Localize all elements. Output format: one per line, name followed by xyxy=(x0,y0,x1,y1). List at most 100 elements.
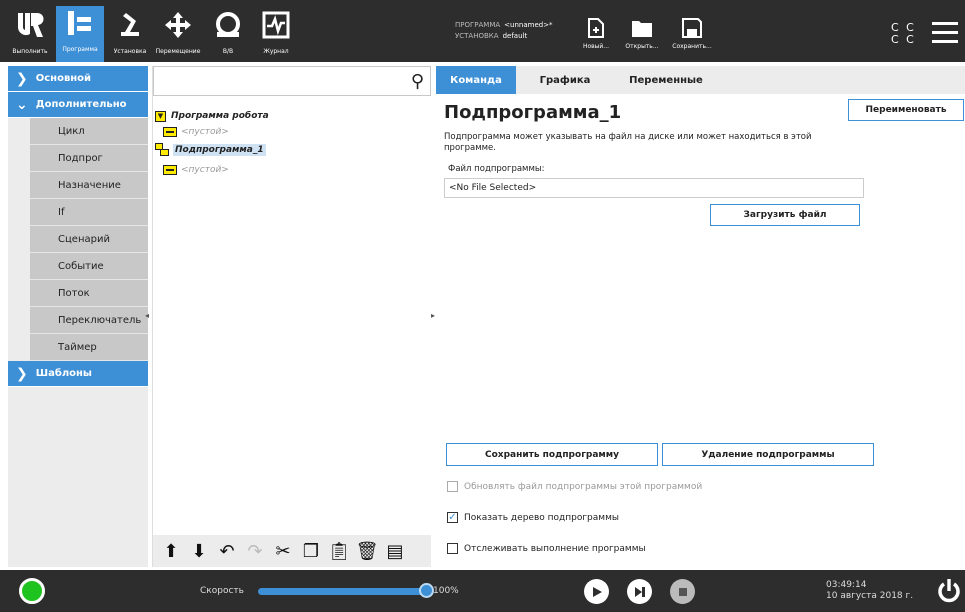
search-icon[interactable]: ⚲ xyxy=(411,71,424,92)
redo-icon[interactable]: ↷ xyxy=(243,539,267,563)
move-tab-label: Перемещение xyxy=(155,48,201,55)
tree-node-empty[interactable]: <пустой> xyxy=(163,162,229,178)
save-icon xyxy=(682,18,702,38)
delete-subprogram-button[interactable]: Удаление подпрограммы xyxy=(662,443,874,466)
log-tab[interactable]: Журнал xyxy=(252,8,300,62)
io-tab-label: В/В xyxy=(222,48,234,55)
empty-node-icon xyxy=(163,127,177,137)
speed-slider-handle[interactable] xyxy=(419,583,434,598)
subprogram-icon xyxy=(155,143,169,157)
new-button[interactable]: Новый... xyxy=(572,18,620,58)
page-title: Подпрограмма_1 xyxy=(444,102,622,123)
io-icon xyxy=(211,8,245,42)
panel-tabs: Команда Графика Переменные xyxy=(436,66,965,94)
sidebar-item-assignment[interactable]: Назначение xyxy=(30,172,148,199)
file-path-field[interactable]: <No File Selected> xyxy=(444,178,864,198)
update-file-checkbox-label: Обновлять файл подпрограммы этой програм… xyxy=(464,481,703,492)
sidebar-item-subprogram[interactable]: Подпрог xyxy=(30,145,148,172)
control-status-line2: C C xyxy=(891,33,916,46)
play-icon xyxy=(592,586,602,597)
program-tab-label: Программа xyxy=(62,46,98,53)
program-icon xyxy=(63,6,97,40)
sidebar-item-timer[interactable]: Таймер xyxy=(30,334,148,361)
sidebar-advanced-label: Дополнительно xyxy=(35,99,127,110)
speed-slider[interactable] xyxy=(258,588,426,595)
stop-button[interactable] xyxy=(670,579,695,604)
collapse-left-handle-icon[interactable]: ◂ xyxy=(145,311,149,320)
tab-command[interactable]: Команда xyxy=(436,66,516,94)
file-label: Файл подпрограммы: xyxy=(448,164,545,174)
sidebar-item-switch[interactable]: Переключатель xyxy=(30,307,148,334)
sidebar-advanced[interactable]: ⌄ Дополнительно xyxy=(8,92,148,118)
save-button[interactable]: Сохранить... xyxy=(668,18,716,58)
move-arrows-icon xyxy=(161,8,195,42)
update-file-checkbox[interactable]: Обновлять файл подпрограммы этой програм… xyxy=(447,481,702,492)
move-down-icon[interactable]: ⬇ xyxy=(187,539,211,563)
tab-graphics[interactable]: Графика xyxy=(520,66,610,94)
hamburger-menu-icon[interactable] xyxy=(932,22,958,44)
open-button[interactable]: Открыть... xyxy=(618,18,666,58)
robot-arm-icon xyxy=(113,8,147,42)
chevron-down-icon: ⌄ xyxy=(16,96,28,113)
sidebar-item-if[interactable]: If xyxy=(30,199,148,226)
tree-search-input[interactable]: ⚲ xyxy=(153,66,431,96)
installation-tab[interactable]: Установка xyxy=(106,8,154,62)
delete-icon[interactable]: 🗑︎ xyxy=(355,539,379,563)
installation-label: УСТАНОВКА xyxy=(455,32,499,40)
play-button[interactable] xyxy=(584,579,609,604)
sidebar-item-loop[interactable]: Цикл xyxy=(30,118,148,145)
tab-variables[interactable]: Переменные xyxy=(616,66,716,94)
new-label: Новый... xyxy=(582,43,610,50)
load-file-button[interactable]: Загрузить файл xyxy=(710,204,860,226)
program-tab[interactable]: Программа xyxy=(56,6,104,62)
move-tab[interactable]: Перемещение xyxy=(154,8,202,62)
tree-node-subprogram[interactable]: Подпрограмма_1 xyxy=(155,142,266,158)
cut-icon[interactable]: ✂ xyxy=(271,539,295,563)
undo-icon[interactable]: ↶ xyxy=(215,539,239,563)
sidebar-basic-label: Основной xyxy=(35,73,92,84)
clock: 03:49:14 10 августа 2018 г. xyxy=(826,580,913,602)
folder-icon xyxy=(632,21,652,37)
tree-node-robot-program[interactable]: ▼ Программа робота xyxy=(155,108,269,124)
speed-value: 100% xyxy=(433,586,459,596)
io-tab[interactable]: В/В xyxy=(204,8,252,62)
save-subprogram-button[interactable]: Сохранить подпрограмму xyxy=(446,443,658,466)
top-bar: Выполнить Программа Установка Перемещени… xyxy=(0,0,965,62)
tree-node-label: Программа робота xyxy=(171,111,269,121)
bottom-bar: Скорость 100% 03:49:14 10 августа 2018 г… xyxy=(0,570,965,612)
copy-icon[interactable]: ❐ xyxy=(299,539,323,563)
tree-node-empty[interactable]: <пустой> xyxy=(163,124,229,140)
run-tab[interactable]: Выполнить xyxy=(6,8,54,62)
power-icon[interactable] xyxy=(936,578,962,604)
paste-icon[interactable]: 📋︎ xyxy=(327,539,351,563)
collapse-middle-handle-icon[interactable]: ▸ xyxy=(431,311,435,320)
sidebar-item-thread[interactable]: Поток xyxy=(30,280,148,307)
tree-node-label: <пустой> xyxy=(181,165,229,175)
sidebar-basic[interactable]: ❯ Основной xyxy=(8,66,148,92)
log-tab-label: Журнал xyxy=(263,48,289,55)
program-label: ПРОГРАММА xyxy=(455,21,501,29)
tree-toolbar: ⬆ ⬇ ↶ ↷ ✂ ❐ 📋︎ 🗑︎ ▤ xyxy=(153,535,431,567)
sidebar-item-event[interactable]: Событие xyxy=(30,253,148,280)
move-up-icon[interactable]: ⬆ xyxy=(159,539,183,563)
checkbox-unchecked-icon xyxy=(447,481,458,492)
installation-tab-label: Установка xyxy=(113,48,147,55)
show-tree-checkbox[interactable]: ✓ Показать дерево подпрограммы xyxy=(447,512,619,523)
ur-logo-icon xyxy=(13,8,47,42)
chevron-right-icon: ❯ xyxy=(16,70,28,87)
robot-status-indicator[interactable] xyxy=(19,578,45,604)
open-label: Открыть... xyxy=(625,43,659,50)
checkmark-icon: ✓ xyxy=(447,512,458,523)
tree-node-label: Подпрограмма_1 xyxy=(173,144,266,156)
step-icon xyxy=(634,586,645,597)
sidebar-templates[interactable]: ❯ Шаблоны xyxy=(8,361,148,387)
step-button[interactable] xyxy=(627,579,652,604)
suppress-icon[interactable]: ▤ xyxy=(383,539,407,563)
sidebar-item-script[interactable]: Сценарий xyxy=(30,226,148,253)
clock-time: 03:49:14 xyxy=(826,580,867,590)
collapse-triangle-icon[interactable]: ▼ xyxy=(155,110,166,122)
track-execution-checkbox[interactable]: Отслеживать выполнение программы xyxy=(447,543,646,554)
description-text: Подпрограмма может указывать на файл на … xyxy=(444,132,812,153)
show-tree-checkbox-label: Показать дерево подпрограммы xyxy=(464,512,619,523)
rename-button[interactable]: Переименовать xyxy=(848,99,964,121)
